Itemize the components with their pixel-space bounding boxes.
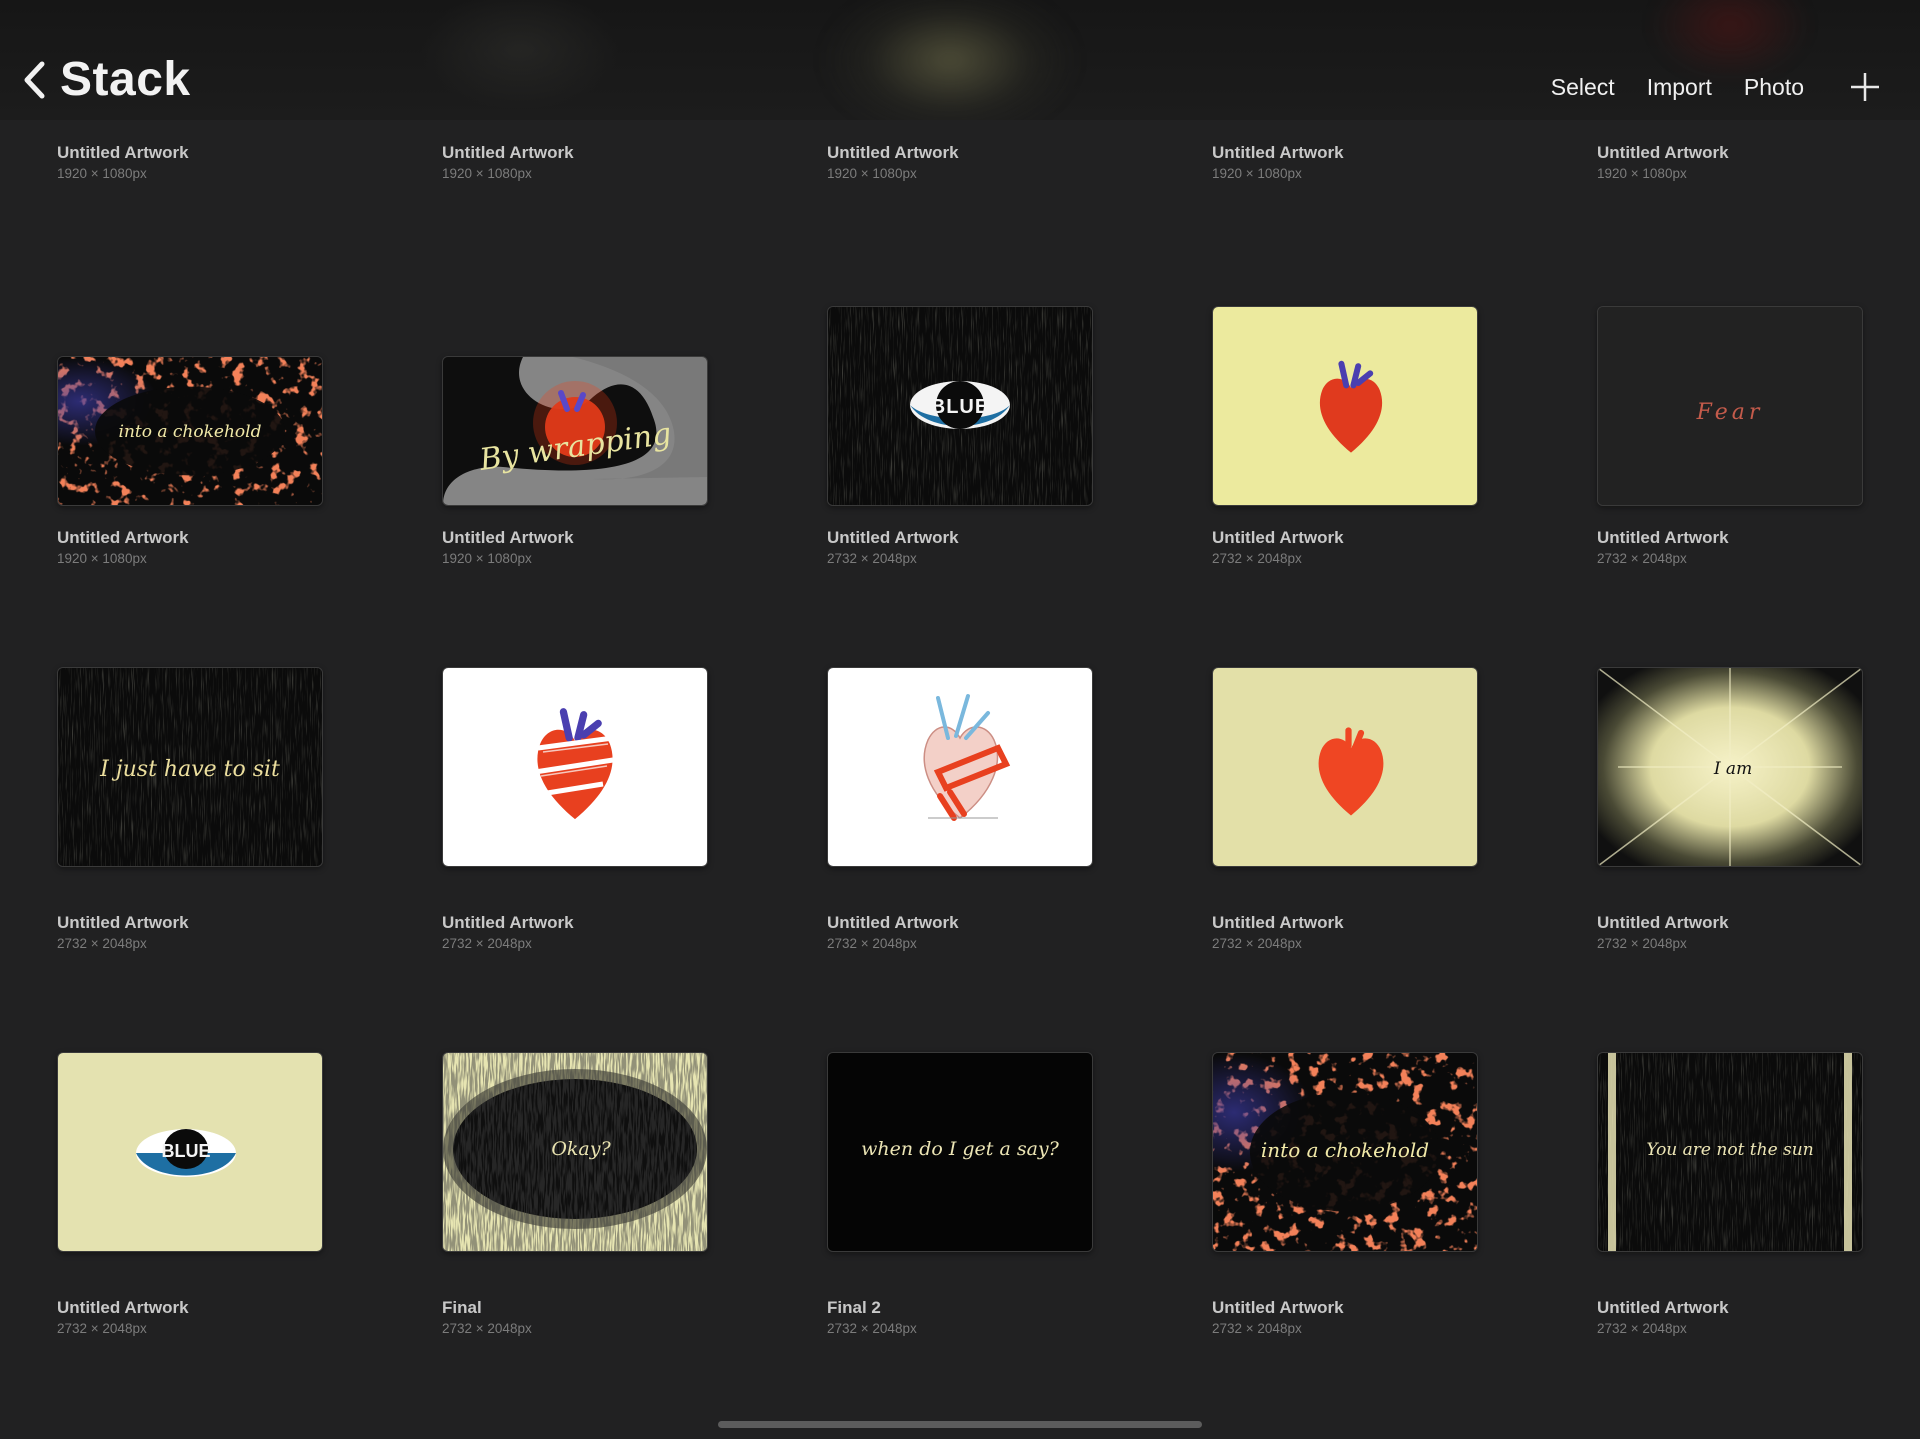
artwork-title[interactable]: Untitled Artwork	[57, 913, 189, 933]
artwork-thumbnail[interactable]	[1212, 667, 1478, 867]
top-bar: Stack Select Import Photo	[0, 0, 1920, 120]
artwork-thumbnail[interactable]	[827, 667, 1093, 867]
artwork-thumbnail[interactable]: when do I get a say?when do I get a say?	[827, 1052, 1093, 1252]
artwork-dimensions: 2732 × 2048px	[1212, 551, 1302, 566]
artwork-dimensions: 2732 × 2048px	[827, 936, 917, 951]
svg-text:when do I get a say?: when do I get a say?	[861, 1138, 1059, 1160]
artwork-title[interactable]: Untitled Artwork	[1212, 1298, 1344, 1318]
import-button[interactable]: Import	[1647, 74, 1712, 101]
artwork-dimensions: 1920 × 1080px	[1212, 166, 1302, 181]
artwork-thumbnail[interactable]: I just have to sitI just have to sit	[57, 667, 323, 867]
artwork-dimensions: 1920 × 1080px	[57, 551, 147, 566]
chevron-left-icon	[24, 61, 45, 98]
header-blur-glow-red	[1650, 0, 1810, 80]
artwork-dimensions: 2732 × 2048px	[1212, 1321, 1302, 1336]
svg-text:into a chokehold: into a chokehold	[119, 422, 262, 442]
artwork-thumbnail[interactable]: By wrappingBy wrapping	[442, 356, 708, 506]
artwork-title[interactable]: Final	[442, 1298, 482, 1318]
svg-text:Okay?: Okay?	[551, 1138, 611, 1160]
artwork-dimensions: 2732 × 2048px	[442, 1321, 532, 1336]
artwork-title[interactable]: Untitled Artwork	[1597, 913, 1729, 933]
artwork-title[interactable]: Untitled Artwork	[1212, 528, 1344, 548]
artwork-title[interactable]: Untitled Artwork	[827, 143, 959, 163]
artwork-dimensions: 2732 × 2048px	[827, 1321, 917, 1336]
artwork-thumbnail[interactable]: into a chokeholdinto a chokehold	[1212, 1052, 1478, 1252]
artwork-dimensions: 2732 × 2048px	[1212, 936, 1302, 951]
svg-text:I just have to sit: I just have to sit	[99, 757, 280, 782]
artwork-dimensions: 1920 × 1080px	[442, 551, 532, 566]
svg-text:into a chokehold: into a chokehold	[1261, 1138, 1429, 1162]
svg-text:I am: I am	[1713, 759, 1752, 779]
artwork-dimensions: 1920 × 1080px	[57, 166, 147, 181]
artwork-title[interactable]: Untitled Artwork	[1212, 143, 1344, 163]
artwork-dimensions: 2732 × 2048px	[827, 551, 917, 566]
plus-icon[interactable]	[1850, 72, 1880, 102]
artwork-dimensions: 1920 × 1080px	[442, 166, 532, 181]
artwork-title[interactable]: Untitled Artwork	[827, 913, 959, 933]
select-button[interactable]: Select	[1551, 74, 1615, 101]
artwork-title[interactable]: Untitled Artwork	[1212, 913, 1344, 933]
artwork-dimensions: 1920 × 1080px	[1597, 166, 1687, 181]
header-blur-glow-dark	[420, 0, 620, 110]
artwork-title[interactable]: Untitled Artwork	[442, 528, 574, 548]
artwork-title[interactable]: Untitled Artwork	[442, 143, 574, 163]
svg-text:Fear: Fear	[1696, 400, 1764, 425]
artwork-dimensions: 2732 × 2048px	[1597, 936, 1687, 951]
artwork-title[interactable]: Final 2	[827, 1298, 881, 1318]
svg-text:BLUE: BLUE	[162, 1141, 211, 1161]
artwork-thumbnail[interactable]: You are not the sunYou are not the sun	[1597, 1052, 1863, 1252]
artwork-dimensions: 2732 × 2048px	[57, 936, 147, 951]
header-blur-glow	[820, 0, 1080, 120]
artwork-title[interactable]: Untitled Artwork	[827, 528, 959, 548]
artwork-title[interactable]: Untitled Artwork	[1597, 143, 1729, 163]
artwork-dimensions: 2732 × 2048px	[1597, 551, 1687, 566]
artwork-dimensions: 2732 × 2048px	[442, 936, 532, 951]
artwork-title[interactable]: Untitled Artwork	[57, 528, 189, 548]
artwork-thumbnail[interactable]: BLUEBLUE	[57, 1052, 323, 1252]
home-indicator[interactable]	[718, 1421, 1202, 1428]
artwork-thumbnail[interactable]	[442, 667, 708, 867]
stack-title: Stack	[60, 53, 191, 106]
artwork-title[interactable]: Untitled Artwork	[57, 143, 189, 163]
artwork-dimensions: 2732 × 2048px	[1597, 1321, 1687, 1336]
artwork-thumbnail[interactable]: Okay?Okay?	[442, 1052, 708, 1252]
header-actions: Select Import Photo	[1551, 72, 1880, 102]
artwork-thumbnail[interactable]: BLUEBLUE	[827, 306, 1093, 506]
artwork-title[interactable]: Untitled Artwork	[1597, 528, 1729, 548]
artwork-title[interactable]: Untitled Artwork	[1597, 1298, 1729, 1318]
artwork-title[interactable]: Untitled Artwork	[57, 1298, 189, 1318]
artwork-dimensions: 1920 × 1080px	[827, 166, 917, 181]
svg-text:BLUE: BLUE	[931, 396, 989, 418]
artwork-thumbnail[interactable]: I amI am	[1597, 667, 1863, 867]
artwork-title[interactable]: Untitled Artwork	[442, 913, 574, 933]
artwork-dimensions: 2732 × 2048px	[57, 1321, 147, 1336]
photo-button[interactable]: Photo	[1744, 74, 1804, 101]
artwork-thumbnail[interactable]: into a chokeholdinto a chokehold	[57, 356, 323, 506]
svg-text:You are not the sun: You are not the sun	[1646, 1140, 1813, 1160]
artwork-thumbnail[interactable]	[1212, 306, 1478, 506]
back-to-gallery-button[interactable]: Stack	[22, 52, 191, 107]
artwork-thumbnail[interactable]: FearFear	[1597, 306, 1863, 506]
